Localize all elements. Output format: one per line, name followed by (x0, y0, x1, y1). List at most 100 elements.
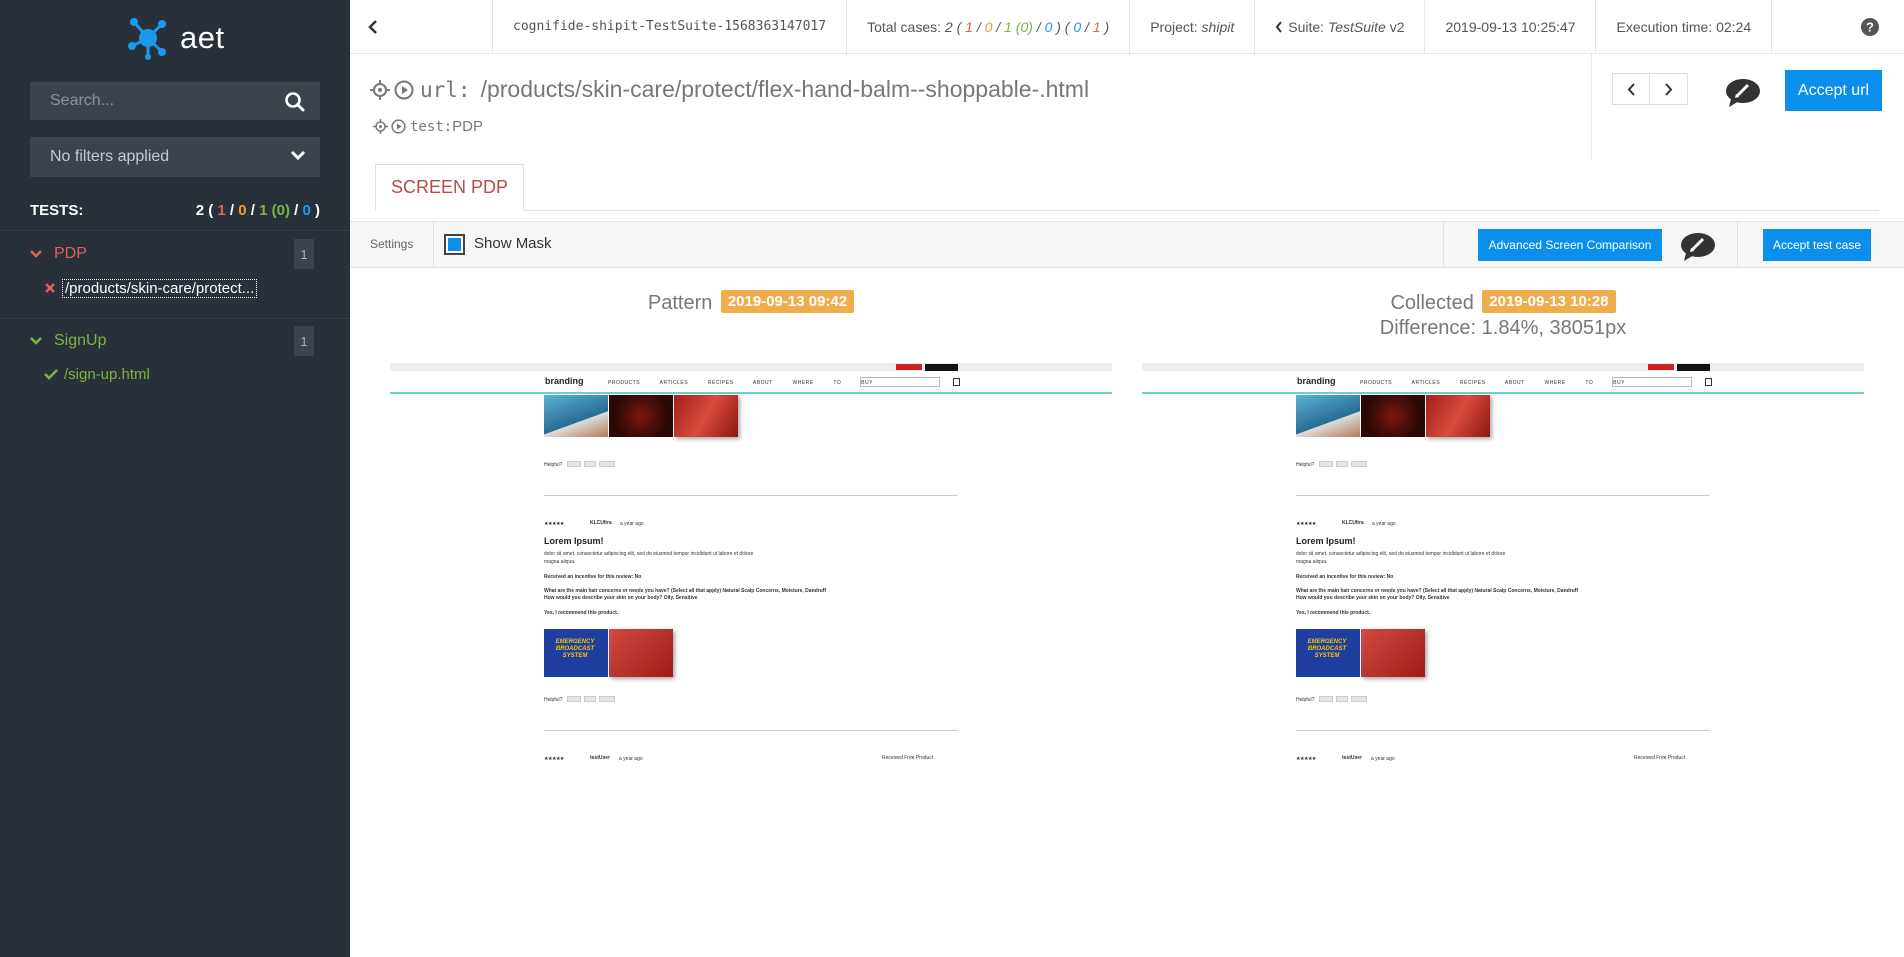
question-text: What are the main hair concerns or needs… (1296, 588, 1579, 594)
settings-label: Settings (370, 237, 414, 251)
rating-stars: ★★★★★ (544, 756, 564, 762)
advanced-comparison-button[interactable]: Advanced Screen Comparison (1478, 229, 1662, 261)
test-group-signup[interactable]: SignUp 1 (30, 326, 314, 356)
review-when: a year ago (620, 521, 644, 527)
note-icon[interactable] (1680, 231, 1716, 261)
cases-sep: / (1032, 18, 1045, 35)
crosshair-icon[interactable] (373, 119, 388, 134)
helpful-yes-chip (1319, 696, 1333, 702)
cases-sep: ) ( (1052, 18, 1074, 35)
cases-unaccepted: 1 (1092, 18, 1101, 35)
review-photo (609, 629, 673, 677)
test-group-badge: 1 (294, 326, 314, 356)
tests-sep: / (225, 202, 239, 219)
rating-stars: ★★★★★ (544, 521, 564, 527)
cases-rebased: (0) (1011, 18, 1033, 35)
difference-text: Difference: 1.84%, 38051px (1379, 317, 1627, 339)
review-user: testUser (1342, 755, 1363, 761)
divider (433, 222, 434, 267)
chevron-down-icon (30, 337, 42, 345)
logo[interactable]: aet (126, 16, 225, 60)
review-when: a year ago (1371, 756, 1395, 762)
test-group-pdp[interactable]: PDP 1 (30, 239, 314, 269)
tests-warning: 0 (238, 202, 247, 219)
helpful-no-chip (584, 461, 596, 467)
review-photo (1426, 395, 1490, 437)
suite-name: cognifide-shipit-TestSuite-1568363147017 (513, 19, 827, 34)
pattern-screenshot[interactable]: branding PRODUCTS ARTICLES RECIPES ABOUT… (390, 363, 1112, 783)
test-url-item[interactable]: /products/skin-care/protect... (44, 277, 258, 299)
search-input[interactable] (30, 82, 270, 120)
mini-brand: branding (1297, 376, 1336, 386)
helpful-label: Helpful? (544, 697, 563, 703)
accept-url-button[interactable]: Accept url (1785, 70, 1882, 111)
pattern-date-badge: 2019-09-13 09:42 (720, 290, 855, 313)
helpful-no-chip (1336, 461, 1348, 467)
show-mask-label[interactable]: Show Mask (474, 235, 552, 252)
review-photo (609, 395, 673, 437)
review-photo (1361, 629, 1425, 677)
check-icon (44, 369, 58, 380)
crosshair-icon[interactable] (370, 79, 390, 100)
search-box (30, 82, 320, 120)
chevron-left-icon (368, 19, 377, 34)
test-url-link[interactable]: /products/skin-care/protect... (62, 278, 258, 298)
mini-badge (1648, 364, 1674, 370)
review-when: a year ago (619, 756, 643, 762)
review-body: dolor sit amet, consectetur adipiscing e… (544, 551, 754, 557)
note-icon[interactable] (1725, 77, 1761, 107)
mini-nav: branding PRODUCTS ARTICLES RECIPES ABOUT… (1142, 372, 1864, 394)
rating-stars: ★★★★★ (1296, 756, 1316, 762)
accept-test-case-button[interactable]: Accept test case (1763, 229, 1871, 261)
search-icon[interactable] (284, 91, 306, 113)
review-user: KLCUltra (590, 520, 612, 526)
test-name: PDP (452, 118, 483, 135)
tests-label: TESTS: (30, 202, 84, 219)
review-photo (544, 395, 608, 437)
mini-search (1612, 377, 1692, 387)
suite-name-cell: cognifide-shipit-TestSuite-1568363147017 (493, 0, 848, 54)
project-name: shipit (1201, 18, 1235, 35)
test-url-link[interactable]: /sign-up.html (64, 366, 150, 383)
test-group-label: PDP (54, 245, 87, 262)
review-divider (544, 730, 958, 731)
top-bar: cognifide-shipit-TestSuite-1568363147017… (350, 0, 1904, 54)
report-chip (599, 461, 615, 467)
project-cell: Project: shipit (1130, 0, 1256, 54)
tests-sep: / (289, 202, 303, 219)
free-product-label: Received Free Product (882, 755, 934, 761)
video-caption: EMERGENCY BROADCAST SYSTEM (555, 639, 595, 659)
mini-badge (896, 364, 922, 370)
cases-sep: ) (1100, 18, 1110, 35)
previous-url-button[interactable] (1612, 73, 1650, 105)
review-title: Lorem Ipsum! (1296, 536, 1356, 546)
help-button[interactable]: ? (1840, 0, 1904, 54)
cases-passed: 1 (1004, 18, 1012, 35)
chevron-down-icon (30, 250, 42, 258)
cases-sep: / (1081, 18, 1093, 35)
sidebar: aet No filters applied TESTS: 2 ( 1 / 0 … (0, 0, 350, 957)
test-url-item[interactable]: /sign-up.html (44, 363, 150, 385)
checkbox-fill (448, 238, 461, 251)
header-separator (1591, 54, 1592, 160)
helpful-yes-chip (567, 461, 581, 467)
aet-logo-icon (128, 18, 166, 60)
execution-time: Execution time: 02:24 (1616, 18, 1752, 35)
helpful-no-chip (1336, 696, 1348, 702)
collected-screenshot[interactable]: branding PRODUCTS ARTICLES RECIPES ABOUT… (1142, 363, 1864, 783)
play-icon[interactable] (394, 80, 414, 100)
suite-history-link[interactable]: Suite: TestSuite v2 (1255, 0, 1426, 54)
cases-sep: / (972, 18, 985, 35)
collected-label: Collected (1390, 292, 1474, 314)
divider (0, 230, 350, 231)
filter-dropdown[interactable]: No filters applied (30, 137, 320, 177)
show-mask-checkbox[interactable] (444, 234, 465, 255)
helpful-no-chip (584, 696, 596, 702)
back-button[interactable] (350, 0, 493, 54)
recommend-text: Yes, I recommend this product. (544, 610, 619, 616)
mini-contact-button (1677, 364, 1710, 371)
chevron-left-icon (1627, 82, 1635, 96)
next-url-button[interactable] (1650, 73, 1688, 105)
tab-screen-pdp[interactable]: SCREEN PDP (375, 164, 524, 211)
play-icon[interactable] (391, 119, 406, 134)
